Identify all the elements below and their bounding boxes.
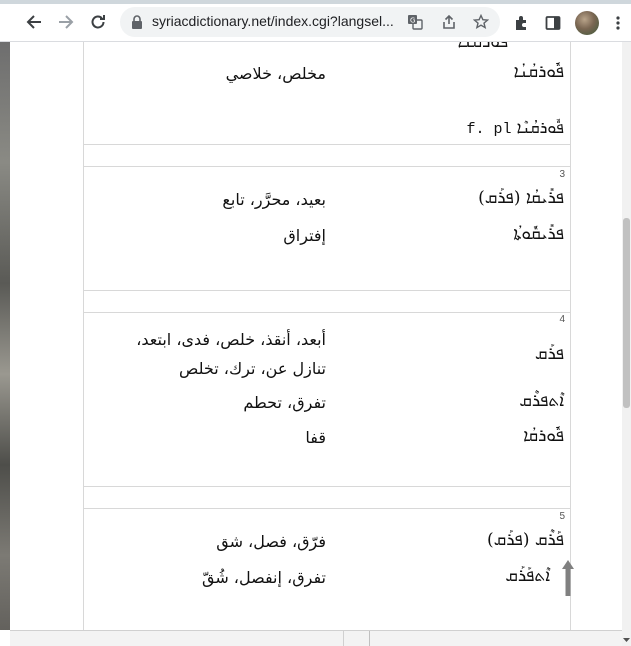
entries-table: ܦܘܪܩܢܐ ܦܽܘܪܩܳܢܳܐ مخلص، خلاصي f. pl ܦܽܘܪܩ… xyxy=(83,42,571,630)
entry-number: 3 xyxy=(559,169,565,180)
separator xyxy=(84,486,570,487)
back-arrow-icon xyxy=(26,15,41,29)
cut-off-headword: ܦܘܪܩܢܐ xyxy=(457,42,508,52)
separator xyxy=(84,144,570,145)
plural-label: f. pl xyxy=(466,121,512,138)
back-button[interactable] xyxy=(20,8,48,36)
forward-button[interactable] xyxy=(52,8,80,36)
meaning-arabic: تفرق، تحطم xyxy=(243,393,326,412)
reload-button[interactable] xyxy=(84,8,112,36)
page-viewport: ܦܘܪܩܢܐ ܦܽܘܪܩܳܢܳܐ مخلص، خلاصي f. pl ܦܽܘܪܩ… xyxy=(0,42,631,646)
kebab-menu-icon[interactable] xyxy=(608,13,628,33)
meaning-arabic: بعيد، محرَّر، تابع xyxy=(222,190,326,209)
dictionary-page: ܦܘܪܩܢܐ ܦܽܘܪܩܳܢܳܐ مخلص، خلاصي f. pl ܦܽܘܪܩ… xyxy=(10,42,622,646)
plural-syriac: ܦܽܘܪܩܳܢܶܐ xyxy=(516,118,564,137)
forward-arrow-icon xyxy=(59,15,74,29)
extensions-puzzle-icon[interactable] xyxy=(512,13,532,33)
headword-syriac: ܦܪܺܝܩܳܐ (ܦܪܰܩ) xyxy=(478,188,564,208)
separator xyxy=(84,312,570,313)
derived-syriac: ܦܪܺܝܩܽܘܬܳܐ xyxy=(513,224,564,244)
profile-avatar[interactable] xyxy=(575,11,599,35)
desktop-background xyxy=(0,42,10,646)
share-icon[interactable] xyxy=(440,13,458,31)
scroll-to-top-arrow-icon[interactable] xyxy=(561,560,575,596)
plural-form: f. pl ܦܽܘܪܩܳܢܶܐ xyxy=(461,118,564,138)
derived-syriac: ܐܶܬܦܰܪܰܩ xyxy=(505,566,550,586)
star-icon[interactable] xyxy=(472,13,490,31)
svg-text:G: G xyxy=(410,17,415,25)
separator xyxy=(369,631,370,646)
meaning-arabic: قفا xyxy=(305,428,326,447)
headword-syriac: ܦܰܪܶܩ (ܦܪܰܩ) xyxy=(487,530,564,550)
entry-number: 5 xyxy=(559,511,565,522)
translate-icon[interactable]: G xyxy=(406,13,424,31)
meaning-arabic-line2: تنازل عن، ترك، تخلص xyxy=(179,359,326,378)
meaning-arabic: مخلص، خلاصي xyxy=(225,64,326,83)
side-panel-icon[interactable] xyxy=(543,13,563,33)
browser-toolbar: syriacdictionary.net/index.cgi?langsel..… xyxy=(0,4,631,42)
meaning-arabic: إفتراق xyxy=(283,226,326,245)
headword-syriac: ܦܽܘܪܩܳܢܳܐ xyxy=(513,62,564,82)
scrollbar-thumb[interactable] xyxy=(623,218,630,408)
separator xyxy=(84,508,570,509)
separator xyxy=(84,290,570,291)
vertical-scrollbar[interactable] xyxy=(622,42,631,646)
reload-icon xyxy=(91,15,105,29)
url-text[interactable]: syriacdictionary.net/index.cgi?langsel..… xyxy=(152,13,394,29)
address-bar[interactable]: syriacdictionary.net/index.cgi?langsel..… xyxy=(120,7,500,37)
meaning-arabic-line1: أبعد، أنقذ، خلص، فدى، ابتعد، xyxy=(136,330,326,349)
headword-syriac: ܦܪܰܩ xyxy=(534,344,564,364)
derived-syriac: ܐܶܬܦܪܶܩ xyxy=(519,391,564,411)
background-gap xyxy=(0,630,10,646)
meaning-arabic: تفرق، إنفصل، شُقّ xyxy=(201,568,326,587)
bottom-frame xyxy=(10,630,622,646)
entry-number: 4 xyxy=(559,314,565,325)
meaning-arabic: فرّق، فصل، شق xyxy=(216,532,326,551)
separator xyxy=(343,631,344,646)
separator xyxy=(84,166,570,167)
lock-icon[interactable] xyxy=(128,13,146,31)
scroll-down-arrow-icon[interactable] xyxy=(622,632,631,646)
derived-syriac: ܦܽܘܪܩܳܐ xyxy=(523,426,564,446)
